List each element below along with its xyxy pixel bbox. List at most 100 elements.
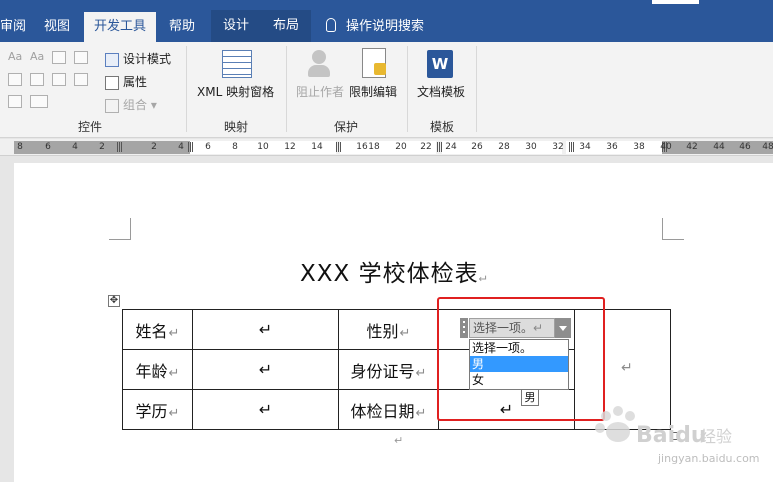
- tell-me-search[interactable]: 操作说明搜索: [326, 12, 424, 42]
- dropdown-option[interactable]: 女: [470, 372, 568, 388]
- education-label: 学历: [135, 401, 168, 421]
- dropdown-option-selected[interactable]: 男: [470, 356, 568, 372]
- rich-text-control-icon[interactable]: Aa: [8, 50, 22, 63]
- table-cell[interactable]: 学历↵: [122, 389, 193, 430]
- tab-review[interactable]: 审阅: [0, 12, 26, 42]
- table-cell[interactable]: 体检日期↵: [338, 389, 439, 430]
- group-label: 组合: [123, 98, 148, 112]
- repeating-section-icon[interactable]: [8, 95, 22, 108]
- ruler-number: 2: [99, 142, 105, 152]
- id-number-label: 身份证号: [350, 361, 415, 381]
- education-value-cell[interactable]: ↵: [192, 389, 339, 430]
- ruler-number: 40: [660, 142, 672, 152]
- age-value-cell[interactable]: ↵: [192, 349, 339, 390]
- word-template-icon: W: [427, 50, 453, 78]
- paragraph-mark: ↵: [258, 360, 273, 379]
- block-authors-button[interactable]: 阻止作者: [296, 83, 344, 100]
- table-cell[interactable]: 姓名↵: [122, 309, 193, 350]
- design-mode-icon: [105, 52, 119, 67]
- document-title[interactable]: XXX 学校体检表↵: [300, 254, 486, 288]
- restrict-editing-button[interactable]: 限制编辑: [349, 83, 397, 100]
- building-block-icon[interactable]: [74, 51, 88, 64]
- ruler-number: 34: [579, 142, 591, 152]
- group-button[interactable]: 组合 ▾: [105, 96, 157, 113]
- ruler-number: 48: [762, 142, 773, 152]
- ribbon-tab-bar: 审阅 视图 开发工具 帮助 设计 布局 操作说明搜索: [0, 0, 773, 42]
- ruler-number: 20: [395, 142, 407, 152]
- name-value-cell[interactable]: ↵: [192, 309, 339, 350]
- ruler-number: 12: [284, 142, 296, 152]
- exam-date-label: 体检日期: [350, 401, 415, 421]
- table-cell[interactable]: 性别↵: [338, 309, 439, 350]
- group-icon: [105, 98, 119, 113]
- ruler-number: 36: [606, 142, 618, 152]
- xml-mapping-icon: [222, 50, 252, 78]
- paragraph-mark: ↵: [168, 325, 180, 341]
- tell-me-label: 操作说明搜索: [346, 19, 425, 34]
- ruler-number: 30: [525, 142, 537, 152]
- tab-developer[interactable]: 开发工具: [84, 12, 156, 42]
- dropdown-option[interactable]: 选择一项。: [470, 340, 568, 356]
- ruler-number: 38: [633, 142, 645, 152]
- paragraph-mark: ↵: [415, 365, 427, 381]
- ruler-number: 6: [45, 142, 51, 152]
- plain-text-control-icon[interactable]: Aa: [30, 50, 44, 63]
- account-area[interactable]: [652, 0, 699, 4]
- xml-mapping-pane-button[interactable]: XML 映射窗格: [197, 83, 274, 100]
- group-divider: [476, 46, 477, 132]
- ruler-number: 42: [686, 142, 698, 152]
- tab-help[interactable]: 帮助: [169, 12, 199, 42]
- design-mode-button[interactable]: 设计模式: [105, 50, 171, 67]
- ruler-column-marker[interactable]: [117, 142, 123, 152]
- properties-icon: [105, 75, 119, 90]
- dropdown-list[interactable]: 选择一项。 男 女: [469, 339, 569, 390]
- legacy-tools-icon[interactable]: [30, 95, 48, 108]
- svg-text:Baidu: Baidu: [636, 423, 707, 448]
- ruler-number: 44: [713, 142, 725, 152]
- ruler-number: 24: [445, 142, 457, 152]
- ruler-number: 8: [232, 142, 238, 152]
- ruler-number: 18: [368, 142, 380, 152]
- svg-text:经验: 经验: [700, 427, 732, 446]
- ruler-column-marker[interactable]: [569, 142, 575, 152]
- properties-label: 属性: [123, 75, 148, 89]
- document-title-text: XXX 学校体检表: [300, 261, 479, 287]
- tab-table-layout[interactable]: 布局: [261, 10, 311, 42]
- dropdown-content-control[interactable]: 选择一项。↵: [469, 318, 555, 338]
- ruler-number: 4: [72, 142, 78, 152]
- paragraph-mark: ↵: [621, 360, 633, 376]
- ruler-number: 28: [498, 142, 510, 152]
- dropdown-control-icon[interactable]: [52, 73, 66, 86]
- design-mode-label: 设计模式: [123, 52, 172, 66]
- paragraph-mark: ↵: [168, 365, 180, 381]
- date-picker-icon[interactable]: [74, 73, 88, 86]
- controls-group-label: 控件: [77, 120, 102, 134]
- mapping-group-label: 映射: [223, 120, 248, 134]
- tab-table-design[interactable]: 设计: [211, 10, 261, 42]
- document-template-button[interactable]: 文档模板: [417, 83, 465, 100]
- group-divider: [286, 46, 287, 132]
- checkbox-control-icon[interactable]: [8, 73, 22, 86]
- paragraph-mark: ↵: [168, 405, 180, 421]
- table-cell[interactable]: 年龄↵: [122, 349, 193, 390]
- table-cell[interactable]: 身份证号↵: [338, 349, 439, 390]
- paragraph-mark: ↵: [258, 400, 273, 419]
- paragraph-mark: ↵: [415, 405, 427, 421]
- gender-label: 性别: [366, 321, 399, 341]
- margin-corner-top-right: [662, 218, 684, 240]
- picture-control-icon[interactable]: [52, 51, 66, 64]
- paragraph-mark: ↵: [394, 434, 404, 447]
- ruler-number: 32: [552, 142, 564, 152]
- group-divider: [186, 46, 187, 132]
- group-divider: [407, 46, 408, 132]
- horizontal-ruler[interactable]: 8 6 4 2 2 4 6 8 10 12 14 16 18 20 22 24 …: [0, 139, 773, 156]
- combo-box-control-icon[interactable]: [30, 73, 44, 86]
- tab-view[interactable]: 视图: [44, 12, 74, 42]
- protect-group-label: 保护: [333, 120, 358, 134]
- table-move-handle[interactable]: ✥: [108, 295, 120, 307]
- properties-button[interactable]: 属性: [105, 73, 147, 90]
- lightbulb-icon: [326, 18, 336, 32]
- ruler-column-marker[interactable]: [336, 142, 342, 152]
- dropdown-arrow-button[interactable]: [555, 318, 571, 338]
- content-control-handle[interactable]: [460, 318, 468, 338]
